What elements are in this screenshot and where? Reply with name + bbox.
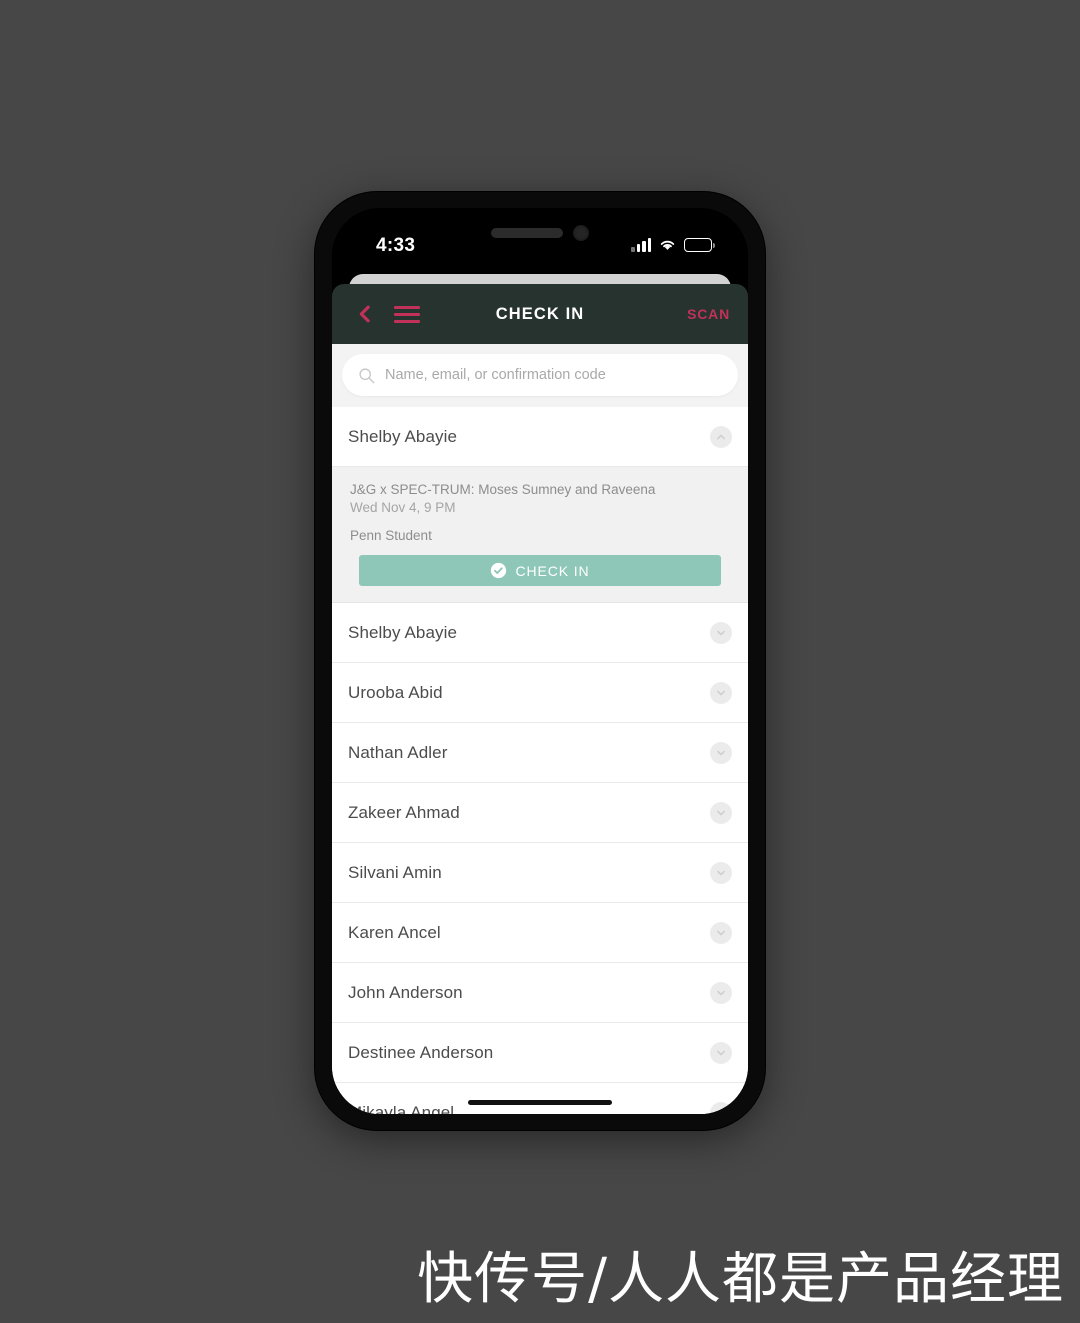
chevron-down-icon[interactable] (710, 861, 732, 884)
search-field[interactable] (342, 354, 738, 396)
attendee-row[interactable]: Zakeer Ahmad (332, 783, 748, 844)
attendee-name: Urooba Abid (348, 682, 443, 702)
attendee-row[interactable]: Silvani Amin (332, 843, 748, 904)
attendee-name: Shelby Abayie (348, 426, 458, 446)
attendee-name: Mikayla Angel (348, 1102, 455, 1114)
signal-bars-icon (631, 237, 651, 252)
search-icon (359, 367, 375, 383)
attendee-row[interactable]: Karen Ancel (332, 903, 748, 964)
status-bar-icons (631, 234, 715, 252)
speaker-pill (491, 228, 563, 238)
chevron-down-icon[interactable] (710, 741, 732, 764)
chevron-left-icon (359, 305, 370, 323)
chevron-down-icon[interactable] (710, 921, 732, 944)
attendee-row[interactable]: Urooba Abid (332, 663, 748, 724)
hamburger-menu-icon[interactable] (394, 297, 428, 331)
event-date: Wed Nov 4, 9 PM (350, 500, 456, 516)
scan-button[interactable]: SCAN (687, 306, 730, 322)
attendee-row[interactable]: John Anderson (332, 963, 748, 1024)
attendee-detail-panel: J&G x SPEC-TRUM: Moses Sumney and Raveen… (332, 467, 748, 604)
home-indicator (468, 1100, 612, 1105)
attendee-name: Shelby Abayie (348, 622, 458, 642)
app-body: Shelby Abayie J&G x SPEC-TRUM: Moses Sum… (332, 344, 748, 1114)
back-button[interactable] (350, 297, 380, 331)
attendee-name: Karen Ancel (348, 922, 441, 942)
attendee-row[interactable]: Destinee Anderson (332, 1023, 748, 1084)
attendee-row[interactable]: Nathan Adler (332, 723, 748, 784)
ticket-type: Penn Student (350, 528, 432, 544)
front-camera-dot (573, 225, 589, 241)
status-bar-time: 4:33 (376, 235, 416, 256)
search-input[interactable] (385, 367, 722, 383)
check-circle-icon (491, 563, 507, 579)
chevron-up-icon[interactable] (710, 425, 732, 448)
event-title: J&G x SPEC-TRUM: Moses Sumney and Raveen… (350, 482, 656, 497)
phone-screen: 4:33 CHECK IN SCAN Name, email, or confi… (332, 208, 748, 1114)
battery-icon (684, 238, 715, 252)
attendee-row[interactable]: Mikayla Angel (332, 1083, 748, 1114)
attendee-name: Silvani Amin (348, 862, 442, 882)
attendee-name: Zakeer Ahmad (348, 802, 460, 822)
dynamic-island (491, 225, 589, 241)
chevron-down-icon[interactable] (710, 801, 732, 824)
chevron-down-icon[interactable] (710, 621, 732, 644)
app-header: CHECK IN SCAN (332, 284, 748, 344)
check-in-label: CHECK IN (515, 562, 590, 579)
attendee-row-expanded[interactable]: Shelby Abayie (332, 407, 748, 467)
phone-device-frame: 4:33 CHECK IN SCAN Name, email, or confi… (315, 192, 765, 1130)
attendee-name: Destinee Anderson (348, 1042, 494, 1062)
chevron-down-icon[interactable] (710, 1101, 732, 1114)
chevron-down-icon[interactable] (710, 981, 732, 1004)
check-in-button[interactable]: CHECK IN (359, 555, 721, 587)
attendee-name: John Anderson (348, 982, 463, 1002)
search-strip (332, 344, 748, 407)
attendee-row[interactable]: Shelby Abayie (332, 603, 748, 664)
attendee-name: Nathan Adler (348, 742, 448, 762)
watermark-text: 快传号/人人都是产品经理 (417, 1247, 1064, 1312)
chevron-down-icon[interactable] (710, 681, 732, 704)
wifi-icon (658, 237, 677, 252)
status-bar: 4:33 (332, 208, 748, 274)
chevron-down-icon[interactable] (710, 1041, 732, 1064)
